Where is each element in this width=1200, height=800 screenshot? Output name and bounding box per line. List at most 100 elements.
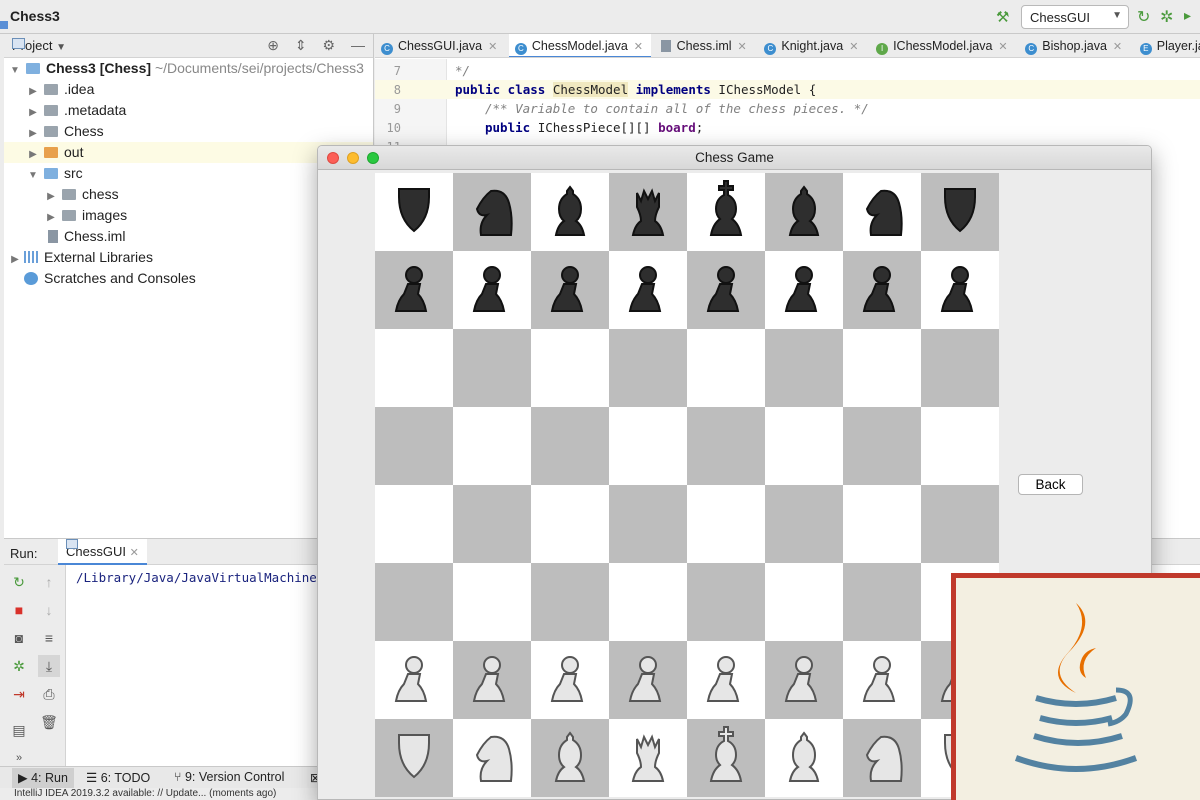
exit-icon[interactable]: ⇥ <box>8 683 30 705</box>
white-king-icon[interactable] <box>687 719 765 797</box>
board-square[interactable] <box>843 485 921 563</box>
board-square[interactable] <box>609 251 687 329</box>
board-square[interactable] <box>609 641 687 719</box>
board-square[interactable] <box>687 407 765 485</box>
close-icon[interactable]: ✕ <box>998 41 1007 53</box>
tree-item-chess3[interactable]: ▼ Chess3 [Chess] ~/Documents/sei/projects… <box>4 58 373 79</box>
white-pawn-icon[interactable] <box>687 641 765 719</box>
tab-chessgui[interactable]: C ChessGUI.java ✕ <box>375 34 505 57</box>
black-knight-icon[interactable] <box>843 173 921 251</box>
board-square[interactable] <box>687 719 765 797</box>
board-square[interactable] <box>453 407 531 485</box>
board-square[interactable] <box>453 641 531 719</box>
close-icon[interactable]: ✕ <box>130 547 139 559</box>
white-pawn-icon[interactable] <box>843 641 921 719</box>
board-square[interactable] <box>375 563 453 641</box>
close-button[interactable] <box>327 152 339 164</box>
chevron-right-icon[interactable]: ▶ <box>26 102 40 123</box>
board-square[interactable] <box>921 329 999 407</box>
tab-knight[interactable]: C Knight.java ✕ <box>758 34 866 57</box>
tab-bishop[interactable]: C Bishop.java ✕ <box>1019 34 1130 57</box>
soft-wrap-icon[interactable]: ≡ <box>38 627 60 649</box>
white-pawn-icon[interactable] <box>531 641 609 719</box>
board-square[interactable] <box>375 407 453 485</box>
board-square[interactable] <box>531 563 609 641</box>
tab-ichessmodel[interactable]: I IChessModel.java ✕ <box>870 34 1016 57</box>
debug-icon[interactable]: ✲ <box>1160 7 1173 27</box>
black-knight-icon[interactable] <box>453 173 531 251</box>
todo-tool-button[interactable]: ☰ 6: TODO <box>86 770 150 785</box>
run-tool-button[interactable]: ▶ 4: Run <box>12 768 74 788</box>
board-square[interactable] <box>765 563 843 641</box>
board-square[interactable] <box>687 485 765 563</box>
minimize-icon[interactable]: — <box>351 37 365 53</box>
chevron-down-icon[interactable]: ▼ <box>26 165 40 186</box>
board-square[interactable] <box>921 251 999 329</box>
board-square[interactable] <box>531 719 609 797</box>
board-square[interactable] <box>531 641 609 719</box>
close-icon[interactable]: ✕ <box>738 41 747 53</box>
board-square[interactable] <box>843 407 921 485</box>
white-queen-icon[interactable] <box>609 719 687 797</box>
board-square[interactable] <box>687 251 765 329</box>
board-square[interactable] <box>765 641 843 719</box>
tab-chessmodel[interactable]: C ChessModel.java ✕ <box>508 34 652 57</box>
board-square[interactable] <box>765 485 843 563</box>
arrow-down-icon[interactable]: ↓ <box>38 599 60 621</box>
close-icon[interactable]: ✕ <box>488 41 497 53</box>
minimize-button[interactable] <box>347 152 359 164</box>
board-square[interactable] <box>843 641 921 719</box>
board-square[interactable] <box>609 329 687 407</box>
zoom-button[interactable] <box>367 152 379 164</box>
board-square[interactable] <box>453 563 531 641</box>
print-icon[interactable]: ⎙ <box>38 683 60 705</box>
board-square[interactable] <box>843 329 921 407</box>
arrow-up-icon[interactable]: ↑ <box>38 571 60 593</box>
white-bishop-icon[interactable] <box>765 719 843 797</box>
black-king-icon[interactable] <box>687 173 765 251</box>
white-pawn-icon[interactable] <box>609 641 687 719</box>
board-square[interactable] <box>687 563 765 641</box>
chevron-right-icon[interactable]: ▶ <box>26 144 40 165</box>
black-pawn-icon[interactable] <box>531 251 609 329</box>
board-square[interactable] <box>921 407 999 485</box>
run-config-select[interactable]: ChessGUI ▼ <box>1021 5 1129 29</box>
board-square[interactable] <box>531 407 609 485</box>
white-pawn-icon[interactable] <box>453 641 531 719</box>
board-square[interactable] <box>843 251 921 329</box>
tab-chess-iml[interactable]: Chess.iml ✕ <box>655 34 755 57</box>
black-queen-icon[interactable] <box>609 173 687 251</box>
stop-icon[interactable]: ■ <box>8 599 30 621</box>
project-view-selector[interactable]: Project ▼ <box>12 38 66 53</box>
back-button[interactable]: Back <box>1018 474 1083 495</box>
board-square[interactable] <box>375 641 453 719</box>
board-square[interactable] <box>453 719 531 797</box>
black-pawn-icon[interactable] <box>843 251 921 329</box>
board-square[interactable] <box>765 329 843 407</box>
black-pawn-icon[interactable] <box>375 251 453 329</box>
board-square[interactable] <box>765 173 843 251</box>
scroll-to-end-icon[interactable]: ⤓ <box>38 655 60 677</box>
board-square[interactable] <box>765 251 843 329</box>
board-square[interactable] <box>531 173 609 251</box>
white-pawn-icon[interactable] <box>375 641 453 719</box>
board-square[interactable] <box>687 641 765 719</box>
board-square[interactable] <box>453 251 531 329</box>
board-square[interactable] <box>843 173 921 251</box>
board-square[interactable] <box>531 485 609 563</box>
code-line[interactable]: 7 */ <box>375 61 1200 80</box>
board-square[interactable] <box>453 329 531 407</box>
black-bishop-icon[interactable] <box>765 173 843 251</box>
board-square[interactable] <box>765 407 843 485</box>
chevron-right-icon[interactable]: ▶ <box>8 249 22 270</box>
board-square[interactable] <box>609 407 687 485</box>
board-square[interactable] <box>609 563 687 641</box>
rerun-icon[interactable]: ↻ <box>1137 7 1150 27</box>
code-line[interactable]: 8 public class ChessModel implements IChe… <box>375 80 1200 99</box>
black-pawn-icon[interactable] <box>765 251 843 329</box>
black-bishop-icon[interactable] <box>531 173 609 251</box>
close-icon[interactable]: ✕ <box>1113 41 1122 53</box>
board-square[interactable] <box>453 173 531 251</box>
gear-icon[interactable]: ⚙ <box>323 37 336 53</box>
black-pawn-icon[interactable] <box>921 251 999 329</box>
